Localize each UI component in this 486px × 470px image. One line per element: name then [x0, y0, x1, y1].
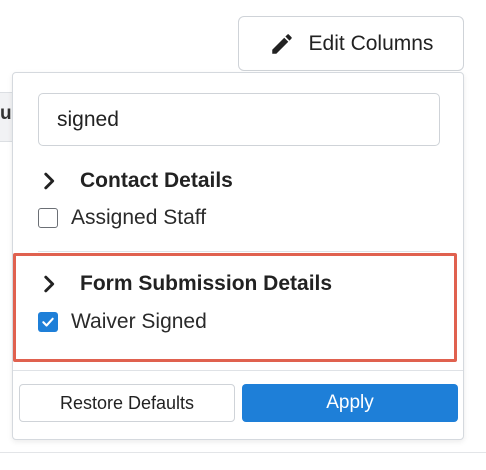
pencil-icon: [271, 33, 292, 54]
column-option-label: Waiver Signed: [71, 310, 207, 333]
column-option-label: Assigned Staff: [71, 206, 207, 229]
apply-button[interactable]: Apply: [242, 384, 458, 422]
edit-columns-label: Edit Columns: [308, 31, 434, 55]
group-divider: [38, 251, 440, 252]
chevron-right-icon: [44, 172, 55, 190]
edit-columns-button[interactable]: Edit Columns: [238, 16, 464, 71]
group-title: Contact Details: [80, 169, 233, 192]
table-divider: [0, 452, 486, 453]
checkmark-icon: [42, 317, 54, 327]
chevron-right-icon: [44, 275, 55, 293]
partial-column-header: u: [0, 103, 12, 124]
footer-divider: [13, 370, 463, 371]
group-contact-details[interactable]: Contact Details: [38, 169, 233, 193]
column-picker-dropdown: Contact Details Assigned Staff Form Subm…: [12, 72, 464, 440]
assigned-staff-checkbox[interactable]: [38, 208, 58, 228]
restore-defaults-button[interactable]: Restore Defaults: [19, 384, 235, 422]
group-title: Form Submission Details: [80, 272, 333, 295]
column-option-assigned-staff[interactable]: Assigned Staff: [38, 206, 206, 230]
waiver-signed-checkbox[interactable]: [38, 312, 58, 332]
column-search-input[interactable]: [38, 93, 440, 146]
column-option-waiver-signed[interactable]: Waiver Signed: [38, 310, 207, 334]
group-form-submission-details[interactable]: Form Submission Details: [38, 272, 332, 296]
